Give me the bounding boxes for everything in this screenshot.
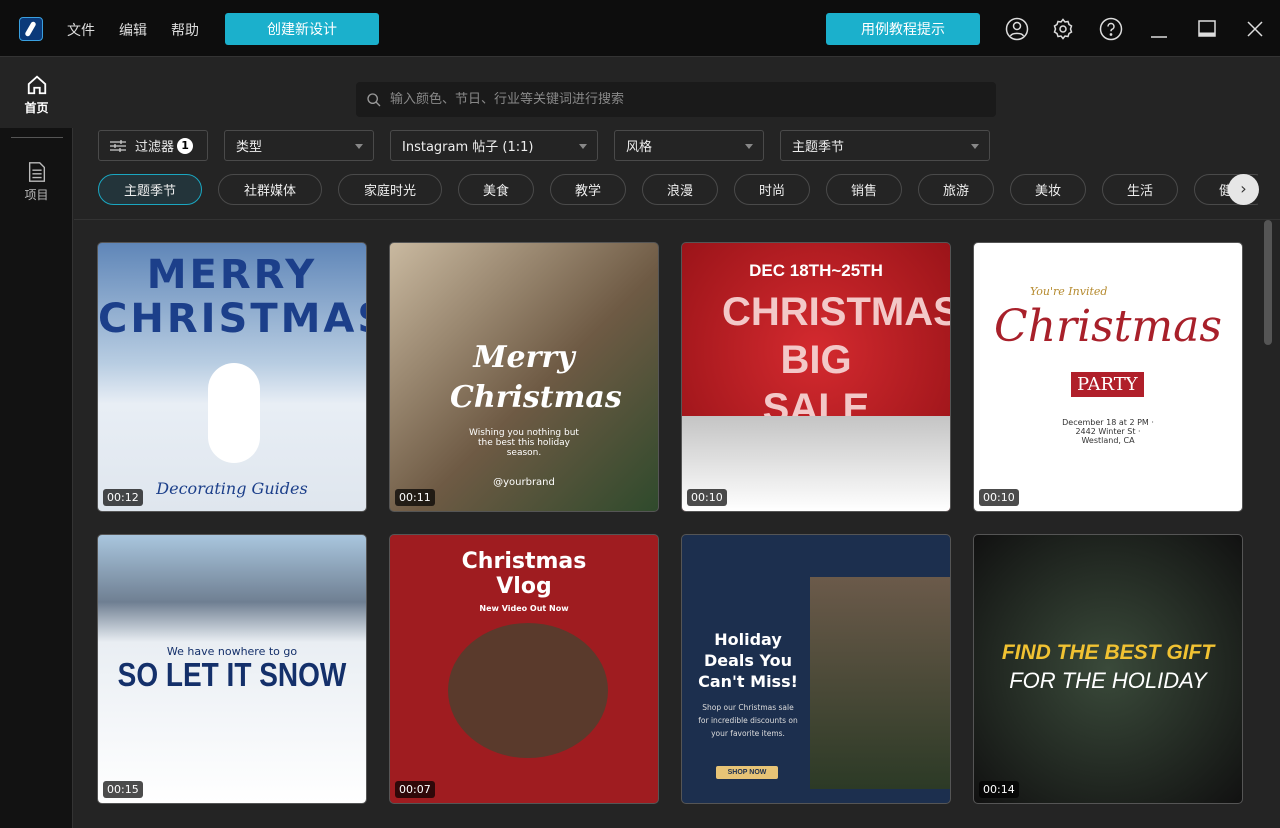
document-icon <box>28 162 45 182</box>
search-icon <box>367 92 381 106</box>
snowman-illustration <box>208 363 260 463</box>
format-dropdown[interactable]: Instagram 帖子 (1:1) <box>390 130 598 161</box>
create-design-button[interactable]: 创建新设计 <box>225 13 379 45</box>
chip-beauty[interactable]: 美妆 <box>1010 174 1086 205</box>
menu-help[interactable]: 帮助 <box>171 20 199 40</box>
template-card[interactable]: Christmas Vlog New Video Out Now 00:07 <box>389 534 659 804</box>
duration-badge: 00:10 <box>687 489 727 506</box>
type-dropdown[interactable]: 类型 <box>224 130 374 161</box>
sidebar-item-home[interactable]: 首页 <box>0 57 73 128</box>
template-card[interactable]: FIND THE BEST GIFT FOR THE HOLIDAY 00:14 <box>973 534 1243 804</box>
candle-image <box>810 577 950 789</box>
template-subtitle: Shop our Christmas sale for incredible d… <box>698 703 798 738</box>
template-subtitle: PARTY <box>1071 372 1144 397</box>
sidebar-item-label: 首页 <box>24 101 49 115</box>
chip-social-media[interactable]: 社群媒体 <box>218 174 322 205</box>
title-bar: 文件 编辑 帮助 创建新设计 用例教程提示 <box>0 0 1280 57</box>
filter-count-badge: 1 <box>177 137 194 154</box>
settings-icon[interactable] <box>1051 17 1075 41</box>
style-value: 风格 <box>626 140 653 155</box>
template-date: DEC 18TH~25TH <box>749 261 883 280</box>
category-chips: 主题季节 社群媒体 家庭时光 美食 教学 浪漫 时尚 销售 旅游 美妆 生活 健… <box>98 174 1258 206</box>
filter-button[interactable]: 过滤器 1 <box>98 130 208 161</box>
theme-value: 主题季节 <box>792 140 845 155</box>
template-title: SO LET IT SNOW <box>117 655 347 693</box>
chip-life[interactable]: 生活 <box>1102 174 1178 205</box>
duration-badge: 00:11 <box>395 489 435 506</box>
chip-family[interactable]: 家庭时光 <box>338 174 442 205</box>
shop-now-label: SHOP NOW <box>716 766 778 779</box>
chip-fashion[interactable]: 时尚 <box>734 174 810 205</box>
format-value: Instagram 帖子 (1:1) <box>402 140 534 155</box>
maximize-icon[interactable] <box>1195 17 1219 41</box>
minimize-icon[interactable] <box>1147 17 1171 41</box>
cookies-image <box>448 623 608 758</box>
chips-next-button[interactable]: › <box>1228 174 1259 205</box>
divider <box>74 219 1280 220</box>
template-details: December 18 at 2 PM · 2442 Winter St · W… <box>1062 418 1154 445</box>
duration-badge: 00:14 <box>979 781 1019 798</box>
home-icon <box>27 75 46 95</box>
search-input[interactable] <box>390 92 970 107</box>
template-card[interactable]: MERRY CHRISTMAS Decorating Guides 00:12 <box>97 242 367 512</box>
template-title: CHRISTMAS BIG SALE <box>722 290 951 430</box>
template-invite: You're Invited <box>1030 285 1108 298</box>
scrollbar[interactable] <box>1264 220 1272 345</box>
template-title: Christmas <box>994 301 1222 352</box>
template-handle: @yourbrand <box>493 477 555 488</box>
chevron-down-icon <box>355 144 363 153</box>
template-card[interactable]: Merry Christmas Wishing you nothing but … <box>389 242 659 512</box>
account-icon[interactable] <box>1005 17 1029 41</box>
template-subtitle: FOR THE HOLIDAY <box>1009 668 1207 693</box>
template-title: Merry Christmas <box>450 340 622 415</box>
duration-badge: 00:15 <box>103 781 143 798</box>
template-title: MERRY CHRISTMAS <box>98 252 367 342</box>
template-subtitle: New Video Out Now <box>479 604 569 613</box>
template-title: FIND THE BEST GIFT <box>1001 641 1215 664</box>
template-title: Christmas Vlog <box>461 549 587 599</box>
chevron-down-icon <box>579 144 587 153</box>
search-bar[interactable] <box>356 82 996 117</box>
style-dropdown[interactable]: 风格 <box>614 130 764 161</box>
chip-romance[interactable]: 浪漫 <box>642 174 718 205</box>
duration-badge: 00:12 <box>103 489 143 506</box>
menu-edit[interactable]: 编辑 <box>119 20 147 40</box>
menu-file[interactable]: 文件 <box>67 20 95 40</box>
template-card[interactable]: You're Invited Christmas PARTY December … <box>973 242 1243 512</box>
sliders-icon <box>110 139 126 152</box>
template-card[interactable]: DEC 18TH~25TH CHRISTMAS BIG SALE 00:10 <box>681 242 951 512</box>
chip-food[interactable]: 美食 <box>458 174 534 205</box>
chevron-down-icon <box>971 144 979 153</box>
app-logo <box>19 17 43 41</box>
theme-dropdown[interactable]: 主题季节 <box>780 130 990 161</box>
chip-travel[interactable]: 旅游 <box>918 174 994 205</box>
type-value: 类型 <box>236 140 263 155</box>
template-card[interactable]: Holiday Deals You Can't Miss! Shop our C… <box>681 534 951 804</box>
duration-badge: 00:07 <box>395 781 435 798</box>
duration-badge: 00:10 <box>979 489 1019 506</box>
chip-seasonal[interactable]: 主题季节 <box>98 174 202 205</box>
chip-education[interactable]: 教学 <box>550 174 626 205</box>
sidebar: 首页 项目 <box>0 57 73 828</box>
sidebar-divider <box>11 137 63 138</box>
template-subtitle: Wishing you nothing but the best this ho… <box>469 428 579 458</box>
help-icon[interactable] <box>1099 17 1123 41</box>
template-title: Holiday Deals You Can't Miss! <box>698 630 798 691</box>
chip-sales[interactable]: 销售 <box>826 174 902 205</box>
template-card[interactable]: We have nowhere to go SO LET IT SNOW 00:… <box>97 534 367 804</box>
tutorial-button[interactable]: 用例教程提示 <box>826 13 980 45</box>
sidebar-item-projects[interactable]: 项目 <box>0 161 73 203</box>
close-icon[interactable] <box>1243 17 1267 41</box>
sidebar-item-label: 项目 <box>24 188 49 202</box>
filter-label: 过滤器 <box>135 140 175 155</box>
chevron-down-icon <box>745 144 753 153</box>
